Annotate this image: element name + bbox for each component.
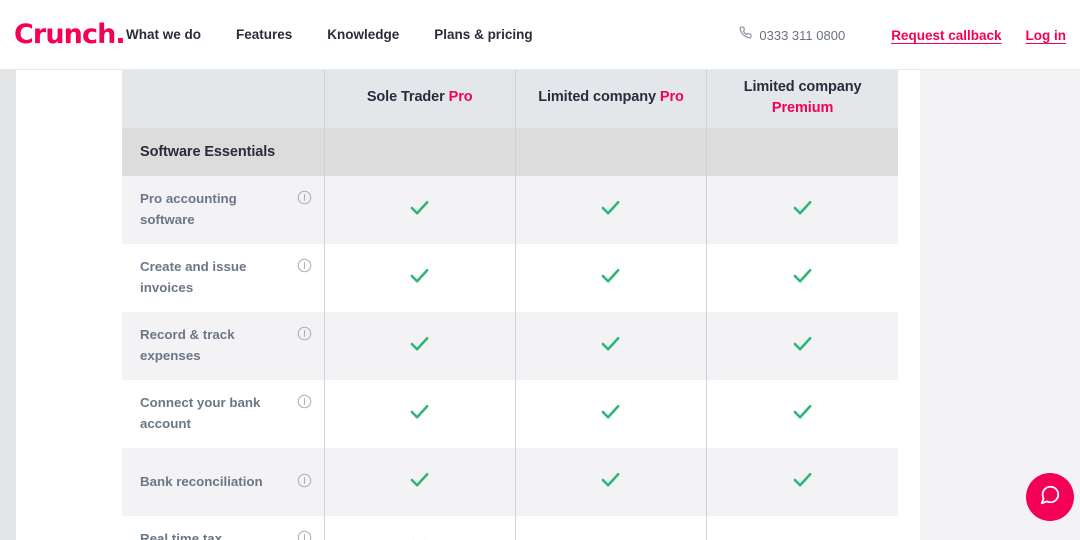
pricing-comparison-table: Sole Trader Pro Limited company Pro Limi… xyxy=(122,68,898,540)
log-in-link[interactable]: Log in xyxy=(1026,28,1067,43)
feature-label-pro-accounting-software: Pro accounting software xyxy=(140,189,290,230)
feature-label-real-time-tax-dashboard: Real time tax dashboard xyxy=(140,529,290,540)
section-spacer-cell-1 xyxy=(324,128,515,176)
nav-item-features[interactable]: Features xyxy=(236,27,292,42)
check-icon xyxy=(599,332,622,360)
section-label-cell: Software Essentials xyxy=(122,128,324,176)
value-cell-limited-company-pro-4 xyxy=(515,448,706,516)
value-cell-limited-company-pro-1 xyxy=(515,244,706,312)
table-row: Record & track expenses xyxy=(122,312,898,380)
section-title-software-essentials: Software Essentials xyxy=(122,144,324,160)
value-cell-limited-company-pro-5 xyxy=(515,516,706,540)
table-header-row: Sole Trader Pro Limited company Pro Limi… xyxy=(122,68,898,128)
feature-label-connect-your-bank-account: Connect your bank account xyxy=(140,393,290,434)
check-icon xyxy=(791,468,814,496)
feature-label-create-and-issue-invoices: Create and issue invoices xyxy=(140,257,290,298)
check-icon xyxy=(791,196,814,224)
table-row: Real time tax dashboard xyxy=(122,516,898,540)
main-navigation: What we do Features Knowledge Plans & pr… xyxy=(126,27,533,42)
value-cell-limited-company-pro-2 xyxy=(515,312,706,380)
nav-item-what-we-do[interactable]: What we do xyxy=(126,27,201,42)
chat-bubble-icon xyxy=(1039,484,1061,511)
value-cell-sole-trader-pro-1 xyxy=(324,244,515,312)
check-icon xyxy=(791,536,814,540)
feature-label-record-and-track-expenses: Record & track expenses xyxy=(140,325,290,366)
phone-contact[interactable]: 0333 311 0800 xyxy=(739,26,845,44)
feature-label-cell-bank-reconciliation: Bank reconciliation xyxy=(122,448,324,516)
check-icon xyxy=(599,264,622,292)
check-icon xyxy=(599,536,622,540)
request-callback-link[interactable]: Request callback xyxy=(891,28,1001,43)
pricing-comparison-table-wrapper: Sole Trader Pro Limited company Pro Limi… xyxy=(122,68,898,540)
check-icon xyxy=(408,400,431,428)
info-icon[interactable] xyxy=(297,394,312,414)
table-row: Pro accounting software xyxy=(122,176,898,244)
header-cell-limited-company-premium: Limited company Premium xyxy=(707,68,898,128)
info-icon[interactable] xyxy=(297,530,312,540)
chat-widget-button[interactable] xyxy=(1026,473,1074,521)
table-row: Create and issue invoices xyxy=(122,244,898,312)
check-icon xyxy=(408,468,431,496)
header-actions: 0333 311 0800 Request callback Log in xyxy=(739,26,1066,44)
check-icon xyxy=(408,264,431,292)
table-row: Connect your bank account xyxy=(122,380,898,448)
section-spacer-cell-3 xyxy=(707,128,898,176)
header-cell-limited-company-pro: Limited company Pro xyxy=(515,68,706,128)
page-root: Crunch. What we do Features Knowledge Pl… xyxy=(0,0,1080,540)
check-icon xyxy=(791,264,814,292)
nav-item-knowledge[interactable]: Knowledge xyxy=(327,27,399,42)
section-spacer-cell-2 xyxy=(515,128,706,176)
value-cell-limited-company-pro-3 xyxy=(515,380,706,448)
feature-label-cell-pro-accounting-software: Pro accounting software xyxy=(122,176,324,244)
value-cell-limited-company-premium-0 xyxy=(707,176,898,244)
info-icon[interactable] xyxy=(297,473,312,493)
nav-item-plans-pricing[interactable]: Plans & pricing xyxy=(434,27,532,42)
info-icon[interactable] xyxy=(297,326,312,346)
value-cell-limited-company-premium-3 xyxy=(707,380,898,448)
section-header-row-software-essentials: Software Essentials xyxy=(122,128,898,176)
plan-name-limited-company-premium: Limited company xyxy=(744,79,862,95)
check-icon xyxy=(791,400,814,428)
value-cell-limited-company-premium-5 xyxy=(707,516,898,540)
phone-number: 0333 311 0800 xyxy=(759,28,845,43)
info-icon[interactable] xyxy=(297,258,312,278)
table-row: Bank reconciliation xyxy=(122,448,898,516)
plan-tier-pro-2: Pro xyxy=(660,89,684,105)
value-cell-limited-company-premium-2 xyxy=(707,312,898,380)
feature-label-cell-record-and-track-expenses: Record & track expenses xyxy=(122,312,324,380)
header-cell-sole-trader-pro: Sole Trader Pro xyxy=(324,68,515,128)
info-icon[interactable] xyxy=(297,190,312,210)
feature-label-cell-real-time-tax-dashboard: Real time tax dashboard xyxy=(122,516,324,540)
plan-tier-pro: Pro xyxy=(449,89,473,105)
check-icon xyxy=(599,468,622,496)
plan-tier-premium: Premium xyxy=(772,100,833,116)
page-background-right-strip xyxy=(920,70,1080,540)
value-cell-limited-company-premium-1 xyxy=(707,244,898,312)
plan-name-sole-trader: Sole Trader xyxy=(367,89,445,105)
value-cell-sole-trader-pro-5 xyxy=(324,516,515,540)
feature-label-cell-create-and-issue-invoices: Create and issue invoices xyxy=(122,244,324,312)
header-cell-empty xyxy=(122,68,324,128)
value-cell-sole-trader-pro-0 xyxy=(324,176,515,244)
check-icon xyxy=(599,196,622,224)
value-cell-limited-company-premium-4 xyxy=(707,448,898,516)
value-cell-limited-company-pro-0 xyxy=(515,176,706,244)
check-icon xyxy=(408,332,431,360)
check-icon xyxy=(408,196,431,224)
page-background-left-strip xyxy=(0,70,16,540)
check-icon xyxy=(599,400,622,428)
feature-label-cell-connect-your-bank-account: Connect your bank account xyxy=(122,380,324,448)
plan-name-limited-company-pro: Limited company xyxy=(538,89,656,105)
feature-label-bank-reconciliation: Bank reconciliation xyxy=(140,472,263,493)
phone-icon xyxy=(739,26,752,44)
value-cell-sole-trader-pro-4 xyxy=(324,448,515,516)
check-icon xyxy=(791,332,814,360)
value-cell-sole-trader-pro-2 xyxy=(324,312,515,380)
crunch-logo[interactable]: Crunch. xyxy=(14,19,125,50)
value-cell-sole-trader-pro-3 xyxy=(324,380,515,448)
site-header: Crunch. What we do Features Knowledge Pl… xyxy=(0,0,1080,70)
